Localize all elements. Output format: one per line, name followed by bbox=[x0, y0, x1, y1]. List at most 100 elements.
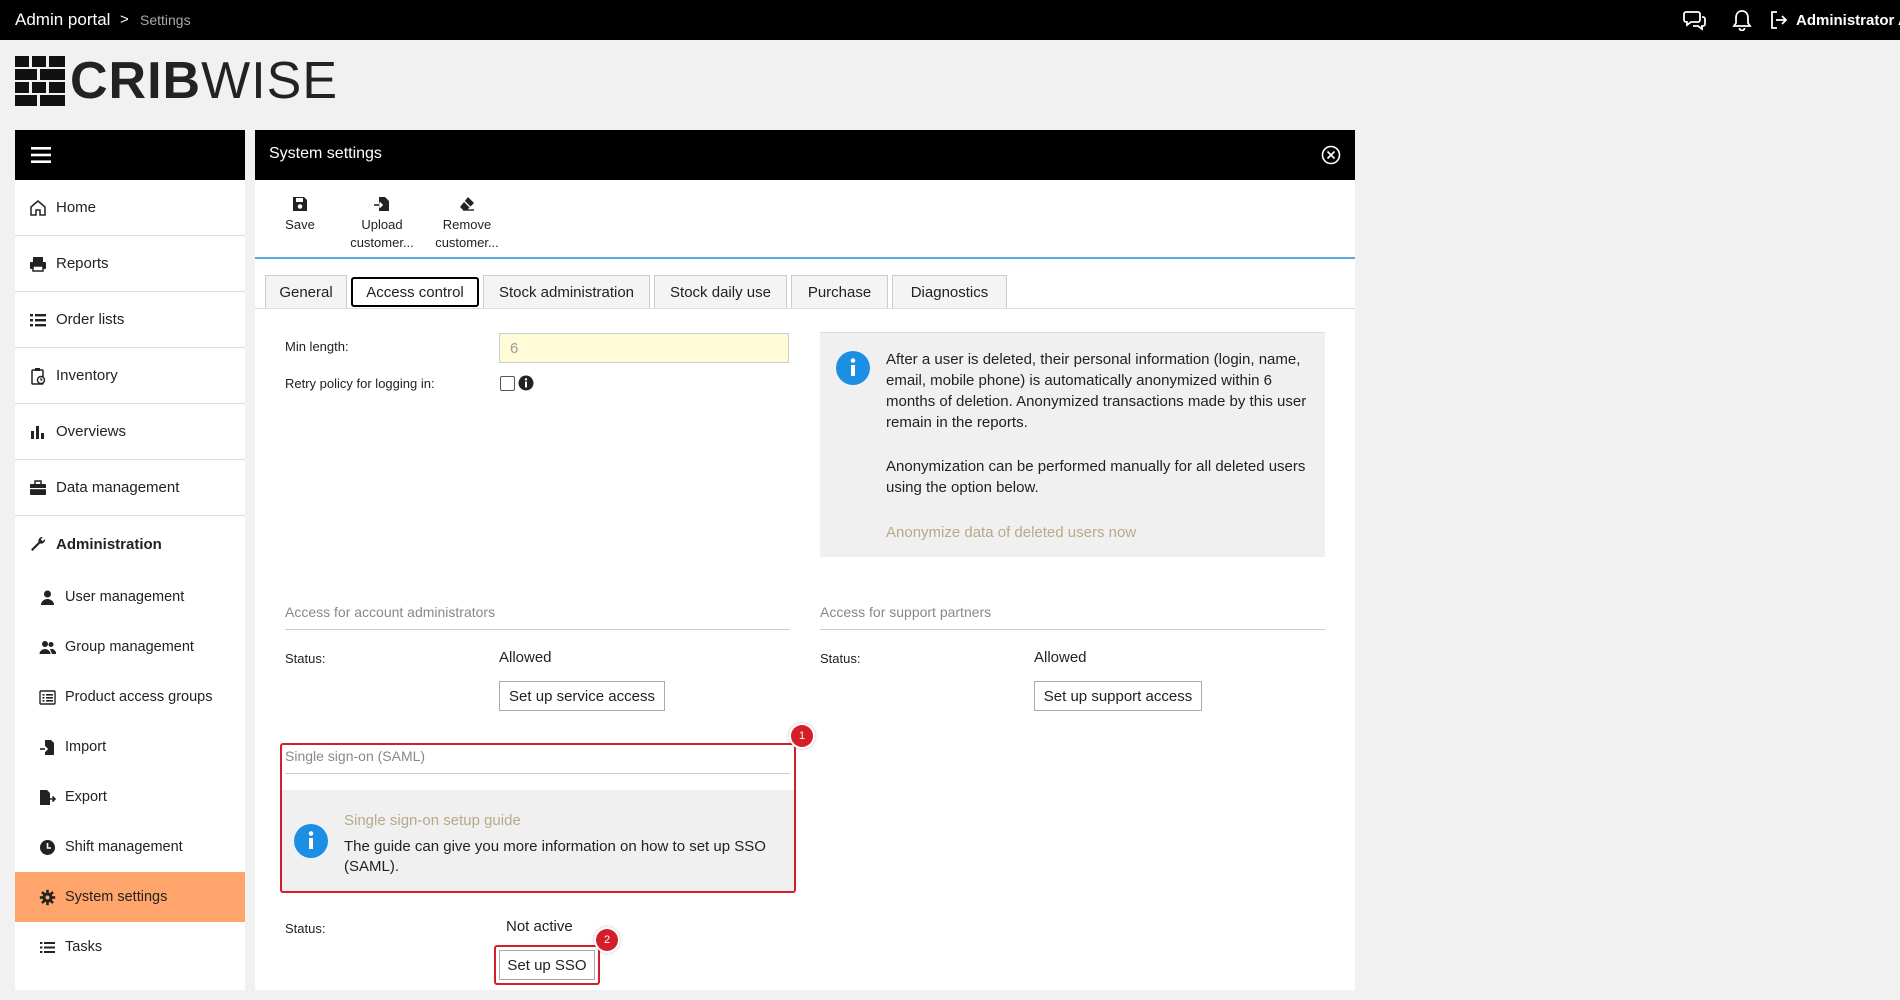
remove-customer-button[interactable]: Remove customer... bbox=[422, 196, 512, 252]
close-icon[interactable] bbox=[1321, 145, 1341, 165]
system-settings-panel: System settings Save Upload customer... … bbox=[255, 130, 1355, 990]
sidebar-subitem-user-management[interactable]: User management bbox=[15, 572, 245, 622]
retry-policy-label: Retry policy for logging in: bbox=[285, 376, 435, 391]
sidebar-subitem-label: Export bbox=[65, 789, 107, 805]
tab-stock-administration[interactable]: Stock administration bbox=[483, 275, 650, 309]
sidebar-item-reports[interactable]: Reports bbox=[15, 236, 245, 292]
clipboard-icon bbox=[31, 367, 46, 385]
tab-divider bbox=[255, 308, 1355, 309]
sidebar-item-inventory[interactable]: Inventory bbox=[15, 348, 245, 404]
logo-wordmark: CRIBWISE bbox=[70, 52, 339, 110]
min-length-input[interactable]: 6 bbox=[499, 333, 789, 363]
hamburger-menu-icon[interactable] bbox=[31, 147, 51, 163]
upload-customer-button[interactable]: Upload customer... bbox=[337, 196, 427, 252]
sidebar-item-label: Inventory bbox=[56, 367, 118, 384]
support-access-status-label: Status: bbox=[820, 651, 861, 666]
sidebar-item-administration[interactable]: Administration bbox=[15, 516, 245, 572]
list-box-icon bbox=[39, 689, 56, 705]
sso-highlight-box bbox=[280, 743, 796, 893]
sidebar-item-label: Reports bbox=[56, 255, 109, 272]
step-badge-1: 1 bbox=[791, 725, 813, 747]
wrench-icon bbox=[31, 536, 46, 551]
list-icon bbox=[30, 313, 46, 326]
clock-icon bbox=[40, 839, 55, 855]
sidebar-subitem-label: Group management bbox=[65, 639, 194, 655]
step-badge-2: 2 bbox=[596, 929, 618, 951]
sidebar-item-data-management[interactable]: Data management bbox=[15, 460, 245, 516]
sidebar-subitem-group-management[interactable]: Group management bbox=[15, 622, 245, 672]
breadcrumb-separator: > bbox=[120, 11, 129, 28]
gear-icon bbox=[39, 889, 56, 905]
eraser-icon bbox=[460, 197, 474, 211]
sidebar-item-label: Home bbox=[56, 199, 97, 216]
panel-title: System settings bbox=[269, 145, 382, 162]
admin-access-status-value: Allowed bbox=[499, 649, 552, 666]
admin-access-divider bbox=[285, 629, 790, 630]
support-access-status-value: Allowed bbox=[1034, 649, 1087, 666]
chat-icon[interactable] bbox=[1683, 9, 1707, 31]
sidebar-header bbox=[15, 130, 245, 180]
anonymization-text-2: Anonymization can be performed manually … bbox=[886, 458, 1306, 496]
toolbar: Save Upload customer... Remove customer.… bbox=[255, 180, 1355, 259]
logo-grid-icon bbox=[15, 56, 65, 106]
save-button[interactable]: Save bbox=[255, 196, 345, 234]
floppy-disk-icon bbox=[293, 197, 307, 211]
tasks-icon bbox=[40, 941, 55, 953]
sso-status-label: Status: bbox=[285, 921, 326, 936]
sidebar-item-label: Data management bbox=[56, 479, 180, 496]
anonymization-info-box: After a user is deleted, their personal … bbox=[820, 332, 1325, 557]
bar-chart-icon bbox=[31, 425, 44, 439]
admin-access-title: Access for account administrators bbox=[285, 604, 496, 620]
breadcrumb-settings: Settings bbox=[140, 12, 191, 28]
admin-access-status-label: Status: bbox=[285, 651, 326, 666]
import-icon bbox=[40, 739, 54, 755]
tab-diagnostics[interactable]: Diagnostics bbox=[892, 275, 1007, 309]
users-icon bbox=[39, 640, 56, 654]
sidebar-subitem-label: User management bbox=[65, 589, 185, 605]
sso-button-highlight-box bbox=[494, 945, 600, 985]
sso-status-value: Not active bbox=[506, 918, 573, 935]
logout-icon[interactable] bbox=[1769, 9, 1789, 31]
set-up-service-access-button[interactable]: Set up service access bbox=[499, 681, 665, 711]
min-length-label: Min length: bbox=[285, 339, 349, 354]
retry-policy-checkbox[interactable] bbox=[500, 376, 515, 391]
panel-header: System settings bbox=[255, 130, 1355, 180]
tab-access-control[interactable]: Access control bbox=[351, 277, 479, 307]
sidebar-item-label: Administration bbox=[56, 535, 162, 553]
tab-general[interactable]: General bbox=[265, 275, 347, 309]
breadcrumb-admin-portal[interactable]: Admin portal bbox=[15, 10, 110, 30]
sidebar-item-home[interactable]: Home bbox=[15, 180, 245, 236]
sidebar-item-label: Order lists bbox=[56, 311, 125, 328]
sidebar-subitem-label: System settings bbox=[65, 889, 168, 905]
user-icon bbox=[41, 590, 54, 605]
sidebar-subitem-system-settings[interactable]: System settings bbox=[15, 872, 245, 922]
sidebar-item-label: Overviews bbox=[56, 423, 127, 440]
support-access-title: Access for support partners bbox=[820, 604, 992, 620]
anonymize-now-link[interactable]: Anonymize data of deleted users now bbox=[886, 524, 1136, 541]
sidebar-subitem-tasks[interactable]: Tasks bbox=[15, 922, 245, 972]
set-up-support-access-button[interactable]: Set up support access bbox=[1034, 681, 1202, 711]
tab-stock-daily-use[interactable]: Stock daily use bbox=[654, 275, 787, 309]
sidebar-subitem-label: Product access groups bbox=[65, 689, 213, 705]
sidebar: Home Reports Order lists Inventory Overv… bbox=[15, 130, 245, 990]
sidebar-item-overviews[interactable]: Overviews bbox=[15, 404, 245, 460]
sidebar-subitem-product-access-groups[interactable]: Product access groups bbox=[15, 672, 245, 722]
support-access-divider bbox=[820, 629, 1325, 630]
top-bar: Admin portal > Settings Administrator A bbox=[0, 0, 1900, 40]
sidebar-item-order-lists[interactable]: Order lists bbox=[15, 292, 245, 348]
sidebar-subitem-label: Shift management bbox=[65, 839, 183, 855]
sidebar-subitem-shift-management[interactable]: Shift management bbox=[15, 822, 245, 872]
upload-file-icon bbox=[374, 197, 389, 211]
briefcase-icon bbox=[30, 479, 46, 495]
export-icon bbox=[40, 789, 56, 805]
sidebar-subitem-label: Tasks bbox=[65, 939, 103, 955]
tab-purchase[interactable]: Purchase bbox=[791, 275, 888, 309]
sidebar-subitem-export[interactable]: Export bbox=[15, 772, 245, 822]
info-icon[interactable] bbox=[518, 375, 534, 391]
home-icon bbox=[30, 199, 46, 216]
info-circle-icon bbox=[836, 351, 870, 385]
printer-icon bbox=[30, 256, 46, 272]
bell-icon[interactable] bbox=[1730, 9, 1754, 31]
sidebar-subitem-import[interactable]: Import bbox=[15, 722, 245, 772]
user-name[interactable]: Administrator A bbox=[1796, 12, 1900, 29]
